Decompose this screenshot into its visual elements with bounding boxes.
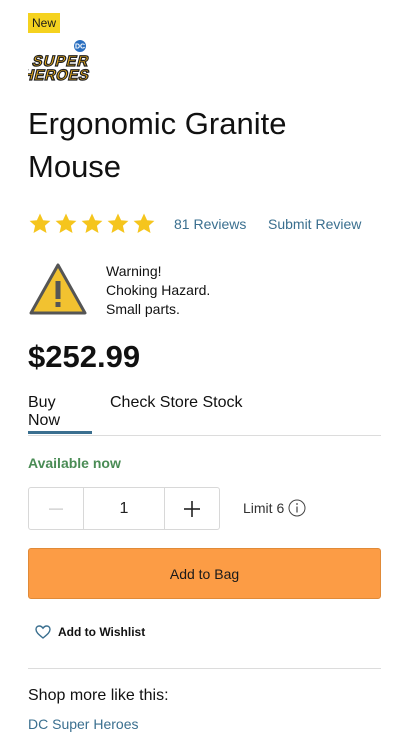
active-tab-indicator bbox=[28, 431, 92, 434]
submit-review-link[interactable]: Submit Review bbox=[268, 216, 361, 232]
quantity-value[interactable]: 1 bbox=[84, 488, 164, 529]
new-badge: New bbox=[28, 13, 61, 33]
star-icon bbox=[55, 213, 77, 233]
shop-more-link[interactable]: DC Super Heroes bbox=[28, 716, 139, 732]
tab-check-store-stock[interactable]: Check Store Stock bbox=[110, 394, 243, 435]
tab-buy-now[interactable]: Buy Now bbox=[28, 394, 92, 435]
svg-text:HEROES: HEROES bbox=[28, 67, 92, 82]
quantity-stepper: 1 bbox=[28, 487, 220, 530]
warning-line-3: Small parts. bbox=[106, 301, 180, 317]
decrease-quantity-button[interactable] bbox=[29, 488, 84, 529]
warning-line-2: Choking Hazard. bbox=[106, 282, 211, 298]
wishlist-label: Add to Wishlist bbox=[58, 625, 146, 639]
quantity-limit-label: Limit 6 bbox=[243, 500, 285, 516]
shop-more-heading: Shop more like this: bbox=[28, 687, 169, 704]
star-rating bbox=[28, 211, 156, 237]
star-icon bbox=[81, 213, 103, 233]
star-icon bbox=[29, 213, 51, 233]
heart-icon bbox=[35, 625, 51, 639]
minus-icon bbox=[49, 508, 63, 510]
increase-quantity-button[interactable] bbox=[164, 488, 219, 529]
plus-icon bbox=[184, 500, 200, 517]
info-icon[interactable] bbox=[288, 499, 306, 517]
warning-line-1: Warning! bbox=[106, 263, 162, 279]
star-icon bbox=[133, 213, 155, 233]
product-title: Ergonomic Granite Mouse bbox=[28, 106, 287, 184]
add-to-wishlist-button[interactable]: Add to Wishlist bbox=[35, 625, 145, 639]
section-divider bbox=[28, 668, 381, 669]
quantity-limit: Limit 6 bbox=[243, 499, 306, 517]
reviews-link[interactable]: 81 Reviews bbox=[174, 216, 246, 232]
purchase-tabs: Buy Now Check Store Stock bbox=[28, 394, 381, 436]
choking-hazard-warning: Warning! Choking Hazard. Small parts. bbox=[28, 260, 388, 320]
availability-status: Available now bbox=[28, 455, 121, 471]
add-to-bag-button[interactable]: Add to Bag bbox=[28, 548, 381, 599]
star-icon bbox=[107, 213, 129, 233]
svg-text:DC: DC bbox=[75, 44, 85, 51]
dc-super-heroes-logo[interactable]: DC SUPER HEROES bbox=[28, 40, 126, 82]
warning-triangle-icon bbox=[29, 263, 87, 315]
product-price: $252.99 bbox=[28, 339, 141, 374]
